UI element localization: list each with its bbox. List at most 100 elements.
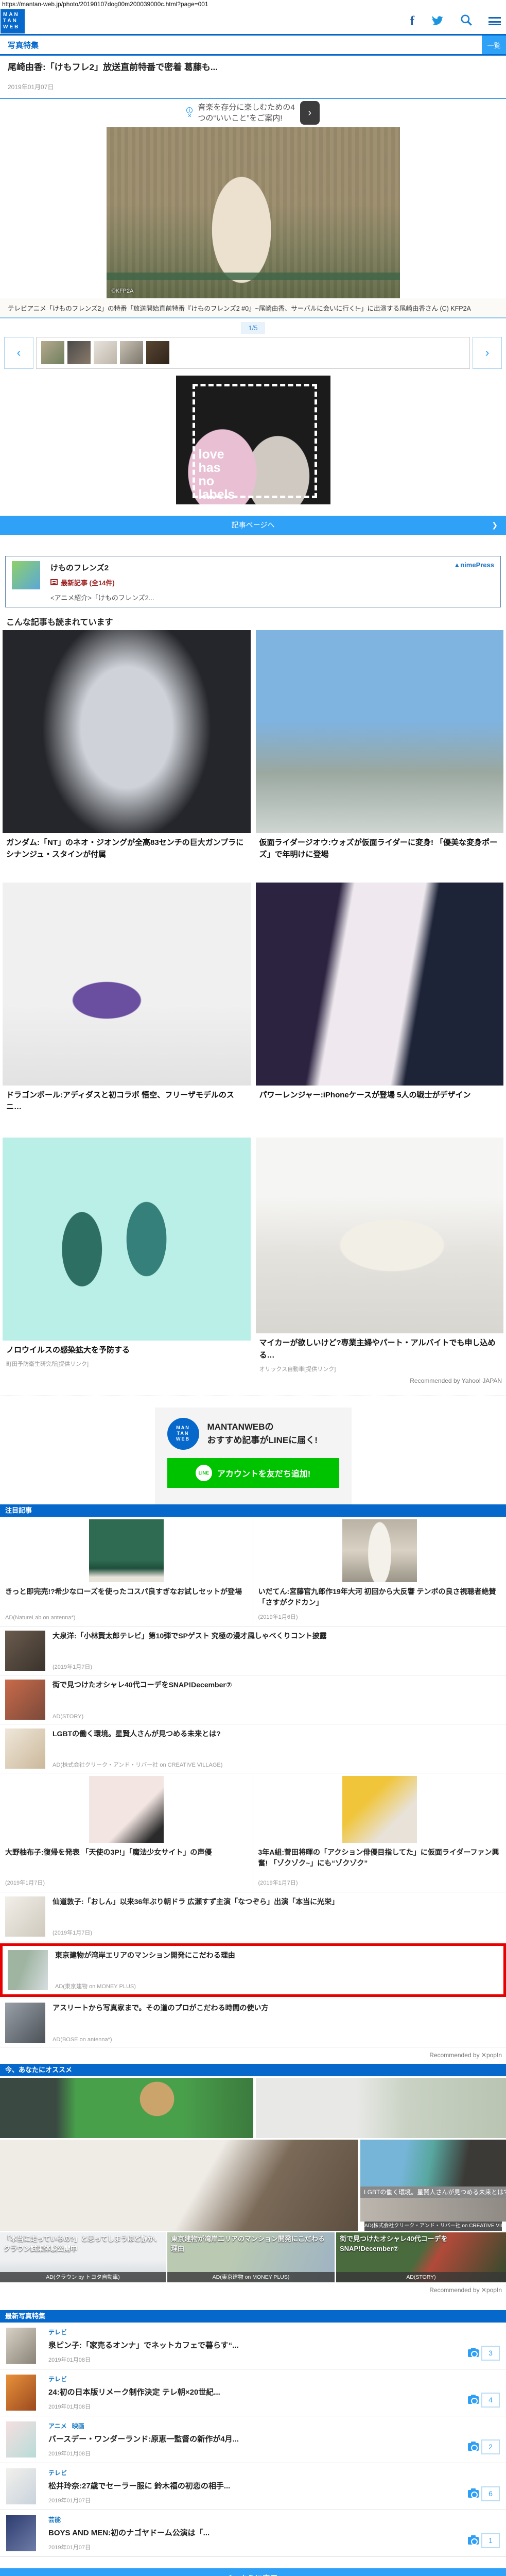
category-tag[interactable]: アニメ [48,2421,67,2430]
photo-list-item[interactable]: テレビ 松井玲奈:27歳でセーラー服に 鈴木福の初恋の相手... 2019年01… [0,2463,506,2510]
recommend-card[interactable]: パワーレンジャー:iPhoneケースが登場 5人の戦士がデザイン [253,882,506,1138]
suggest-tile[interactable] [0,2077,253,2138]
photo-list-item[interactable]: アニメ 映画 バースデー・ワンダーランド:原恵一監督の新作が4月... 2019… [0,2416,506,2463]
photo-list-item[interactable]: 芸能 BOYS AND MEN:初のナゴヤドーム公演は「... 2019年01月… [0,2510,506,2557]
photo-thumbnail[interactable] [94,341,117,365]
item-title: LGBTの働く環境。星賢人さんが見つめる未来とは? [53,1729,221,1738]
article-thumbnail [5,2002,45,2043]
series-box: けものフレンズ2 最新記事 (全14件) <アニメ紹介>「けものフレンズ2...… [5,555,501,607]
read-also-heading: こんな記事も読まれています [6,618,113,627]
section-label[interactable]: 写真特集 [8,40,39,50]
ad-close-icon[interactable]: ✕ [187,113,191,119]
photo-watermark: ©KFP2A [111,287,134,294]
photo-thumbnail[interactable] [41,341,64,365]
recommend-card[interactable]: ガンダム:「NT」のネオ・ジオングが全高83センチの巨大ガンプラに シナンジュ・… [0,630,253,883]
photo-count-badge[interactable]: 2 [481,2439,500,2454]
series-thumbnail[interactable] [12,561,40,589]
category-tag[interactable]: テレビ [48,2375,67,2383]
featured-card[interactable]: いだてん:宮藤官九郎作19年大河 初回から大反響 テンポの良さ視聴者絶賛「さすが… [253,1517,506,1626]
to-article-button[interactable]: 記事ページへ ❯ [0,515,506,535]
featured-list-item[interactable]: 街で見つけたオシャレ40代コーデをSNAP!December⑦ AD(STORY… [0,1675,506,1724]
featured-list-item-highlighted[interactable]: 東京建物が湾岸エリアのマンション開発にこだわる理由 AD(東京建物 on MON… [0,1943,506,1997]
category-tag[interactable]: 芸能 [48,2515,61,2524]
suggest-tile[interactable]: 東京建物が湾岸エリアのマンション開発にこだわる理由 AD(東京建物 on MON… [167,2232,335,2282]
menu-icon[interactable] [488,17,501,25]
photo-count-badge[interactable]: 1 [481,2533,500,2548]
recommend-card[interactable]: ノロウイルスの感染拡大を予防する 町田予防衛生研究所[提供リンク] [0,1137,253,1373]
recommend-card[interactable]: マイカーが欲しいけど?専業主婦やパート・アルバイトでも申し込める… オリックス自… [253,1137,506,1373]
sneaker-article-image [3,882,251,1086]
mantanweb-logo[interactable]: MAN TAN WEB [1,9,25,33]
logo-line: TAN [3,18,18,24]
featured-card[interactable]: きっと即完売!?希少なローズを使ったコスパ良すぎなお試しセットが登場 AD(Na… [0,1516,253,1626]
facebook-icon[interactable]: f [410,14,414,28]
twitter-icon[interactable] [430,14,444,29]
search-icon[interactable] [460,13,473,29]
tile-title: 東京建物が湾岸エリアのマンション開発にこだわる理由 [171,2234,325,2252]
photo-thumbnail[interactable] [146,341,169,365]
photo-thumbnail[interactable] [120,341,143,365]
category-tag[interactable]: 映画 [72,2421,84,2430]
list-button[interactable]: 一覧 [482,36,506,54]
ad-info-icon[interactable]: i [186,107,193,113]
photo-list-item[interactable]: テレビ 泉ピン子:「家売るオンナ」でネットカフェで暮らす“... 2019年01… [0,2323,506,2369]
photo-count-badge[interactable]: 3 [481,2345,500,2361]
recommend-card[interactable]: 仮面ライダージオウ:ウォズが仮面ライダーに変身! 「優美な変身ポーズ」で年明けに… [253,630,506,883]
kamen-rider-article-image [255,630,503,833]
logo-line: WEB [3,24,20,30]
pagination: 1/5 [241,321,265,334]
item-title: バースデー・ワンダーランド:原恵一監督の新作が4月... [48,2434,239,2444]
category-tag[interactable]: テレビ [48,2328,67,2336]
featured-list-item[interactable]: LGBTの働く環境。星賢人さんが見つめる未来とは? AD(株式会社クリーク・アン… [0,1724,506,1773]
carousel-prev-button[interactable]: ‹ [4,336,33,369]
show-more-button[interactable]: ❯ さらに表示 [0,2568,506,2576]
ad-text: labels [198,487,235,502]
featured-card[interactable]: 大野柚布子:復帰を発表 「天使の3P!」「魔法少女サイト」の声優 (2019年1… [0,1773,253,1892]
logo-line: MAN [3,12,20,18]
item-title: 24:初の日本版リメーク制作決定 テレ朝×20世紀... [48,2387,220,2397]
top-ad-banner[interactable]: i ✕ 音楽を存分に楽しむための4 つの“いいこと”をご案内! › [0,99,506,127]
line-promo-text: MANTANWEBの [207,1422,274,1432]
item-date: 2019年01月08日 [48,2450,91,2457]
camera-icon [468,2488,479,2498]
photo-list-item[interactable]: テレビ 24:初の日本版リメーク制作決定 テレ朝×20世紀... 2019年01… [0,2369,506,2416]
featured-list-item[interactable]: 大泉洋:「小林賢太郎テレビ」第10弾でSPゲスト 究極の漫才風しゃべくりコント披… [0,1626,506,1675]
suggest-tile[interactable]: 街で見つけたオシャレ40代コーデをSNAP!December⑦ AD(STORY… [336,2232,506,2282]
animepress-logo[interactable]: ▲nimePress [453,561,494,569]
item-title: 松井玲奈:27歳でセーラー服に 鈴木福の初恋の相手... [48,2481,231,2490]
card-title: ノロウイルスの感染拡大を予防する [6,1345,130,1354]
camera-icon [468,2441,479,2451]
logo-line: WEB [176,1436,190,1442]
suggest-tile[interactable] [0,2139,358,2231]
photo-count-badge[interactable]: 6 [481,2486,500,2501]
recommend-card[interactable]: ドラゴンボール:アディダスと初コラボ 悟空、フリーザモデルのスニ… [0,882,253,1138]
series-article-link[interactable]: <アニメ紹介>「けものフレンズ2... [50,592,154,602]
featured-list-item[interactable]: 仙道敦子:「おしん」以来36年ぶり朝ドラ 広瀬すず主演「なつぞら」出演「本当に光… [0,1892,506,1941]
suggest-tile[interactable]: 「本当に走っているの?」と思ってしまうほど静か、クラウン試乗体験公開中 AD(ク… [0,2232,166,2282]
car-ad-image [255,1137,503,1334]
camera-icon [468,2394,479,2404]
suggest-tile[interactable] [256,2077,506,2138]
card-source: オリックス自動車[提供リンク] [259,1366,336,1372]
line-add-friend-button[interactable]: LINE アカウントを友だち追加! [167,1458,339,1488]
item-date: 2019年01月07日 [48,2497,91,2504]
ad-arrow-button[interactable]: › [300,101,320,125]
featured-card[interactable]: 3年A組:菅田将暉の「アクション俳優目指してた」に仮面ライダーファン興奮! 「ゾ… [253,1773,506,1892]
suggest-tile[interactable]: LGBTの働く環境。星賢人さんが見つめる未来とは? AD(株式会社クリーク・アン… [360,2139,506,2231]
suda-article-image [342,1775,417,1843]
featured-list-item[interactable]: アスリートから写真家まで。その道のプロがこだわる時間の使い方 AD(BOSE o… [0,1998,506,2047]
series-title[interactable]: けものフレンズ2 [50,562,154,573]
photo-thumbnail[interactable] [67,341,91,365]
article-thumbnail [6,2421,36,2458]
mantanweb-circle-logo: MAN TAN WEB [167,1417,199,1450]
item-source: AD(東京建物 on MONEY PLUS) [55,1983,136,1990]
category-tag[interactable]: テレビ [48,2468,67,2477]
photo-count-badge[interactable]: 4 [481,2392,500,2408]
item-source: (2019年1月7日) [53,1929,93,1936]
latest-articles-link[interactable]: 最新記事 (全14件) [50,578,154,587]
item-date: 2019年01月08日 [48,2357,91,2363]
carousel-next-button[interactable]: › [473,336,502,369]
item-title: 東京建物が湾岸エリアのマンション開発にこだわる理由 [55,1951,235,1959]
love-has-no-labels-ad[interactable]: love has no labels [176,375,330,504]
main-photo[interactable]: ©KFP2A [106,127,400,298]
